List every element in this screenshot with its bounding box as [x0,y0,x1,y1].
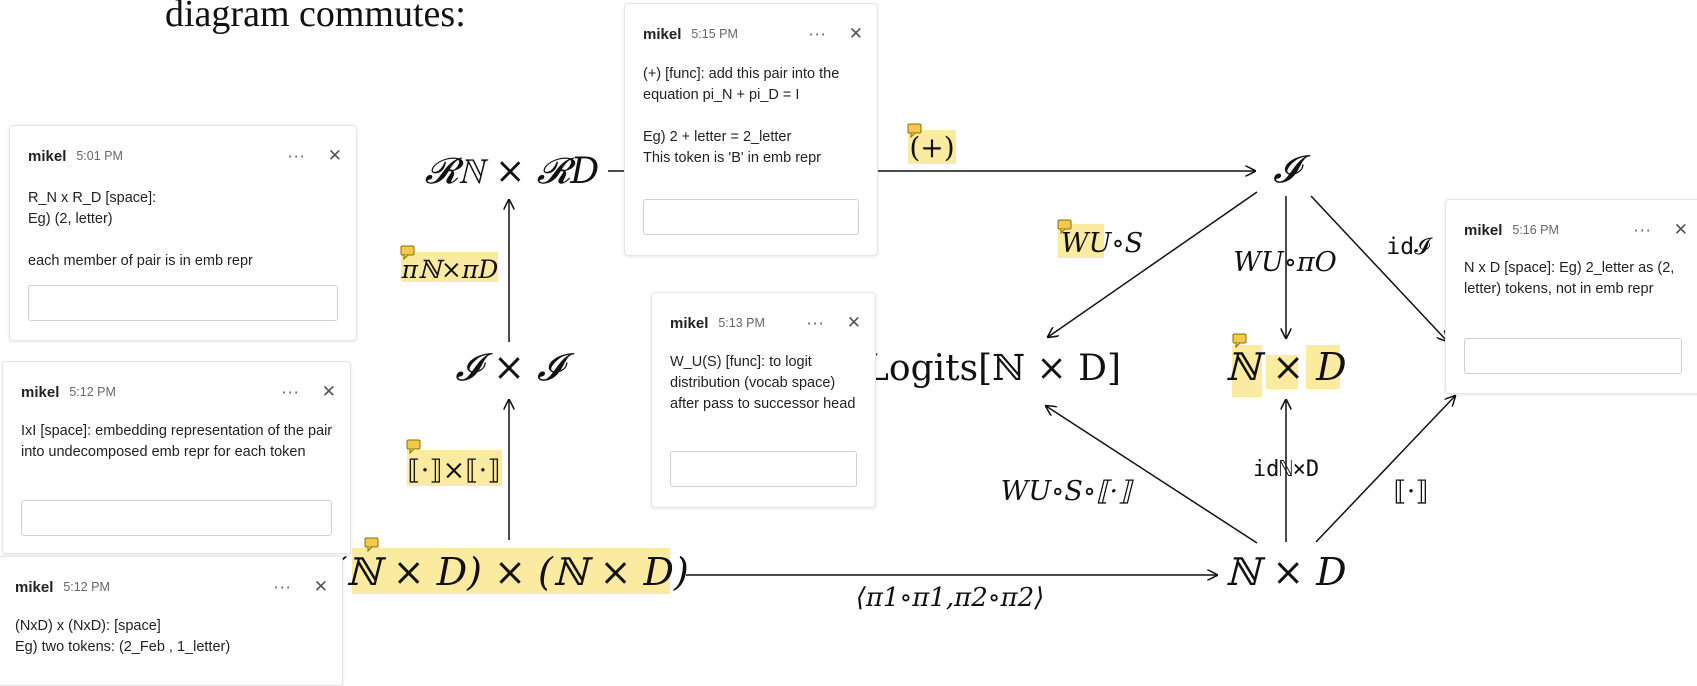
comment-body: (+) [func]: add this pair into the equat… [643,66,840,166]
comment-body: IxI [space]: embedding representation of… [21,423,333,460]
arrow-bracket [1315,396,1455,543]
comment-time: 5:16 PM [1512,223,1559,237]
reply-input[interactable] [670,451,857,487]
more-options-icon[interactable]: ··· [281,383,299,402]
node-i-x-i: 𝓘 × 𝓘 [455,345,575,389]
comment-author: mikel [28,147,67,165]
label-pi-n-pi-d: πℕ×πD [401,255,499,284]
comment-author: mikel [1464,221,1503,239]
label-bracket: ⟦·⟧ [1393,476,1428,507]
label-wu-s: WU∘S [1061,228,1143,259]
close-icon[interactable]: ✕ [328,146,342,166]
reply-input[interactable] [21,500,332,536]
arrow-wu-s [1048,191,1258,337]
comment-time: 5:13 PM [718,316,765,330]
comment-time: 5:15 PM [691,27,738,41]
comment-author: mikel [670,314,709,332]
comment-card: mikel 5:01 PM ··· ✕ R_N x R_D [space]: E… [9,125,357,341]
comment-author: mikel [643,25,682,43]
comment-card: mikel 5:16 PM ··· ✕ N x D [space]: Eg) 2… [1445,199,1697,394]
node-n-x-d-bottom: ℕ × D [1225,550,1346,594]
comment-card: mikel 5:12 PM ··· ✕ (NxD) x (NxD): [spac… [0,556,343,686]
reply-input[interactable] [1464,338,1682,374]
comment-card: mikel 5:13 PM ··· ✕ W_U(S) [func]: to lo… [651,292,876,508]
reply-input[interactable] [28,285,338,321]
comment-body: N x D [space]: Eg) 2_letter as (2, lette… [1464,260,1675,297]
more-options-icon[interactable]: ··· [808,25,826,44]
comment-body: W_U(S) [func]: to logit distribution (vo… [670,354,856,412]
node-logits: Logits[ℕ × D] [865,348,1121,389]
comment-card: mikel 5:15 PM ··· ✕ (+) [func]: add this… [624,3,878,256]
label-bracket-x-bracket: ⟦·⟧×⟦·⟧ [407,455,500,486]
node-nd-x-nd: (ℕ × D) × (ℕ × D) [331,550,689,594]
comment-author: mikel [21,383,60,401]
node-i-top: 𝓘 [1273,147,1311,191]
label-id-nxd: idℕ×D [1253,457,1319,482]
close-icon[interactable]: ✕ [847,313,861,333]
close-icon[interactable]: ✕ [849,24,863,44]
close-icon[interactable]: ✕ [314,577,328,597]
label-wu-pio: WU∘πO [1233,247,1337,278]
more-options-icon[interactable]: ··· [287,147,305,166]
more-options-icon[interactable]: ··· [273,578,291,597]
node-rn-rd: 𝓡ℕ × 𝓡D [425,151,600,192]
label-wu-s-bracket: WU∘S∘⟦·⟧ [1001,476,1134,507]
comment-body: R_N x R_D [space]: Eg) (2, letter) each … [28,190,253,269]
label-id-i: id𝓘 [1386,234,1433,260]
comment-card: mikel 5:12 PM ··· ✕ IxI [space]: embeddi… [2,361,351,554]
comment-time: 5:12 PM [69,385,116,399]
comment-time: 5:01 PM [76,149,123,163]
node-n-x-d-mid: ℕ × D [1225,345,1346,389]
more-options-icon[interactable]: ··· [1633,221,1651,240]
close-icon[interactable]: ✕ [322,382,336,402]
comment-author: mikel [15,578,54,596]
more-options-icon[interactable]: ··· [806,314,824,333]
reply-input[interactable] [643,199,859,235]
comment-time: 5:12 PM [63,580,110,594]
comment-body: (NxD) x (NxD): [space] Eg) two tokens: (… [15,618,231,655]
label-pi1-pi2: ⟨π1∘π1,π2∘π2⟩ [856,583,1045,613]
label-plus: (+) [909,131,954,164]
close-icon[interactable]: ✕ [1674,220,1688,240]
arrow-wu-s-bracket [1046,406,1258,544]
